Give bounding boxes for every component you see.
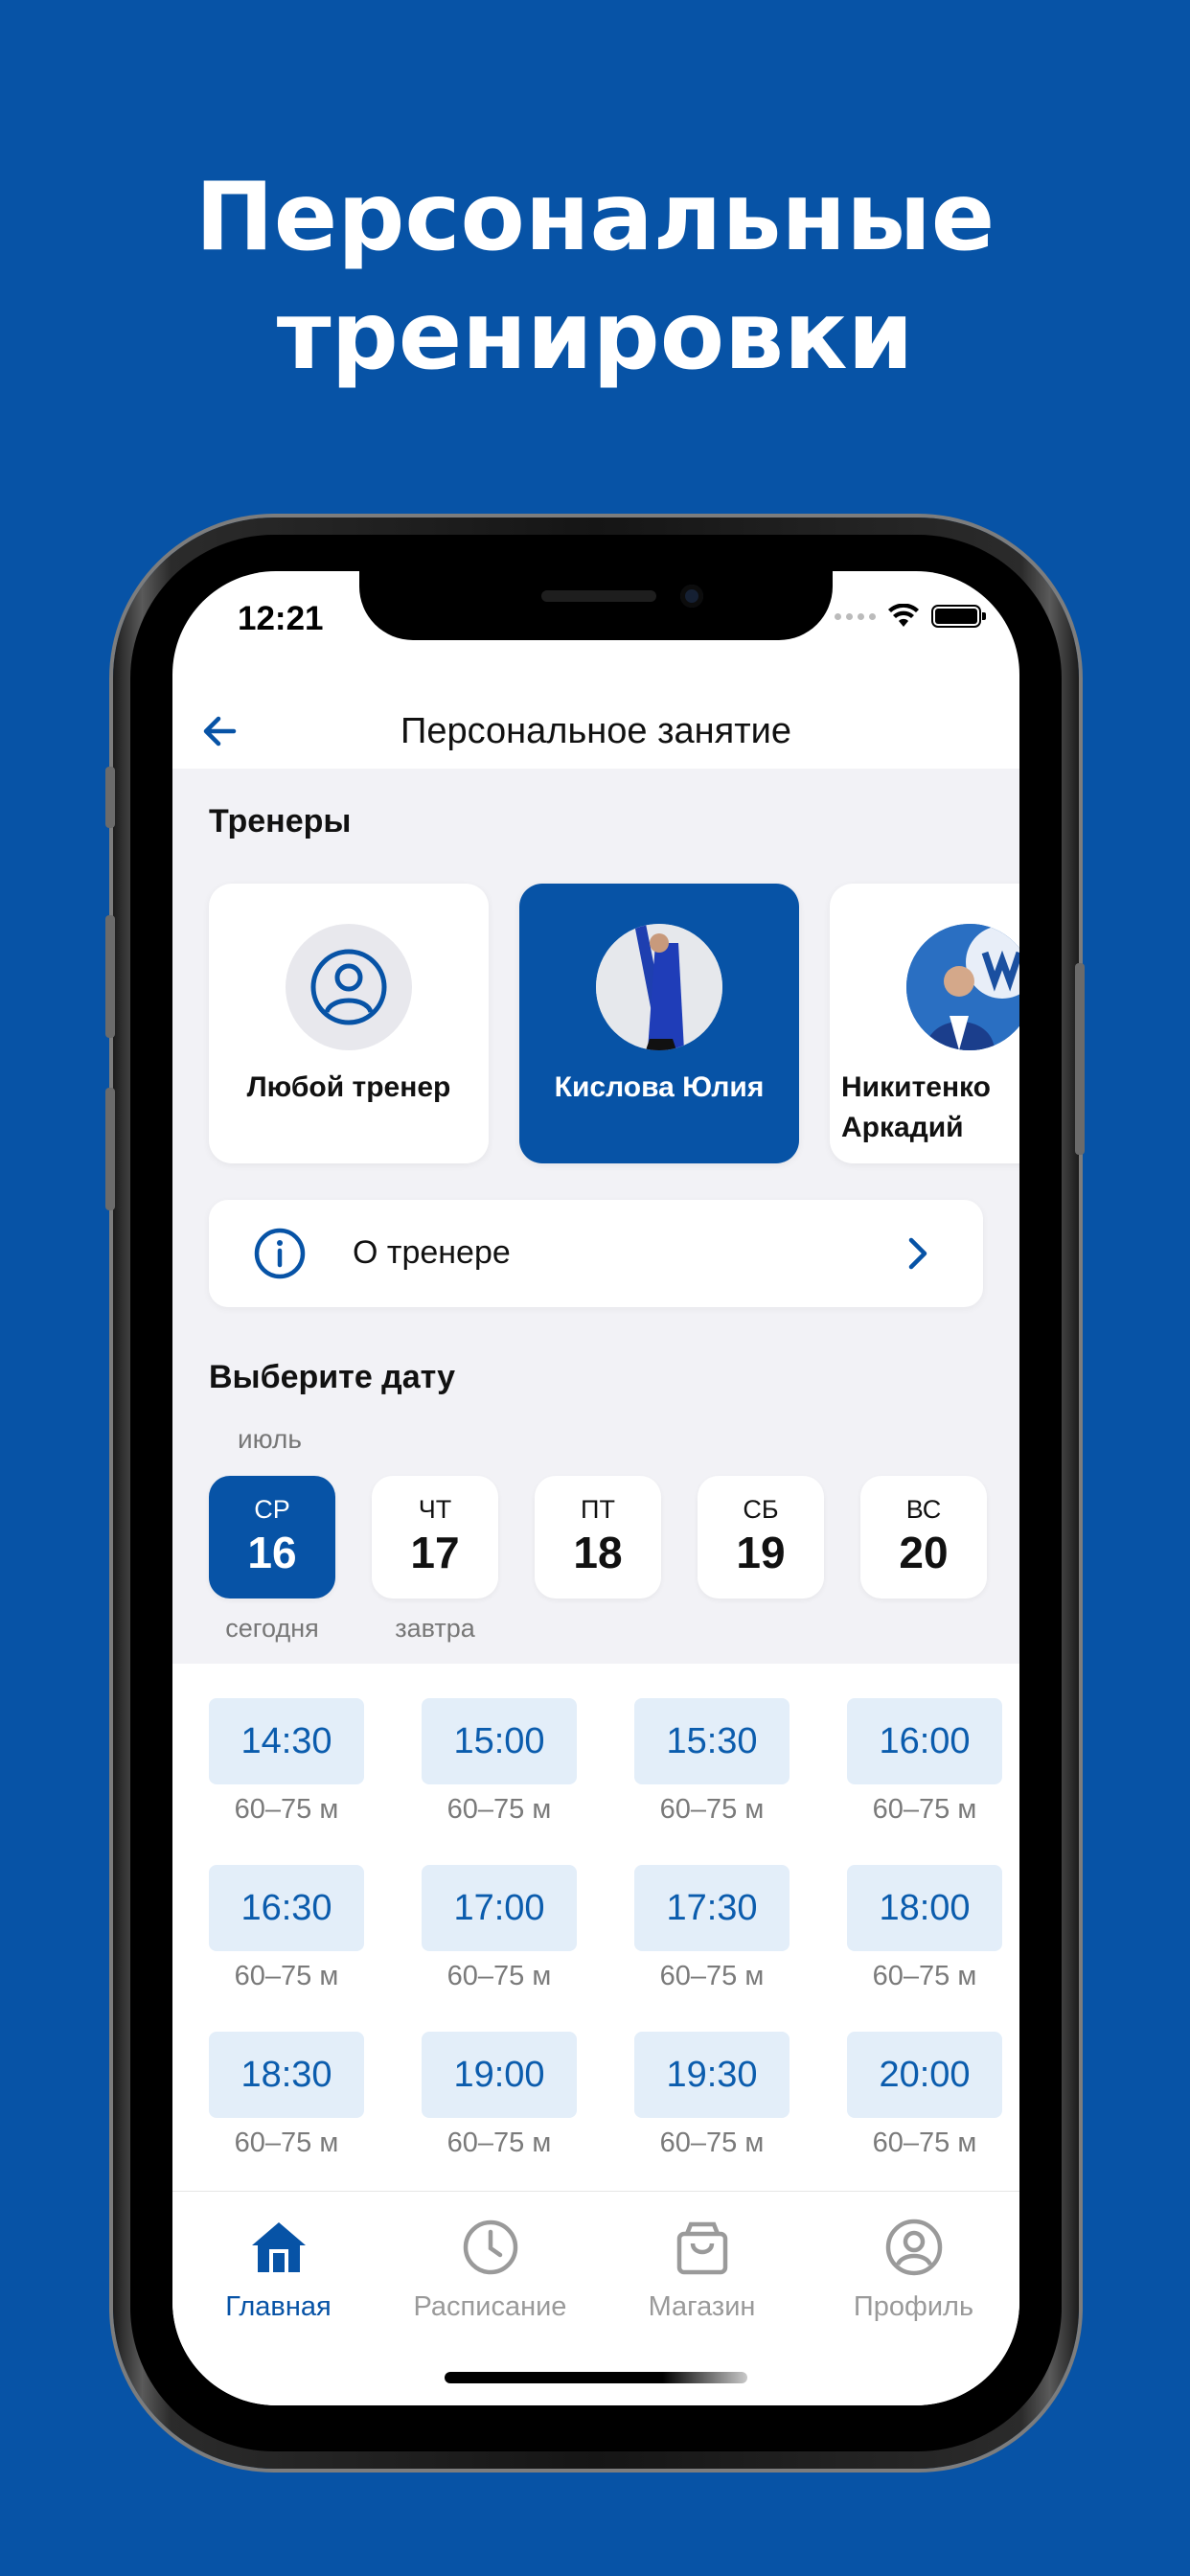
tab-label: Профиль — [853, 2291, 974, 2322]
date-item[interactable]: ЧТ 17 — [372, 1476, 498, 1598]
day-number: 17 — [410, 1528, 460, 1577]
speaker — [541, 590, 656, 602]
time-slot[interactable]: 17:00 — [422, 1865, 577, 1951]
slot-duration: 60–75 м — [659, 1794, 765, 1825]
tab-label: Главная — [225, 2291, 332, 2322]
time-slot[interactable]: 14:30 — [209, 1698, 364, 1784]
time-slot[interactable]: 16:00 — [847, 1698, 1002, 1784]
signal-icon — [835, 612, 876, 620]
time-slot[interactable]: 19:00 — [422, 2032, 577, 2118]
tab-home[interactable]: Главная — [172, 2217, 384, 2323]
home-indicator[interactable] — [445, 2372, 747, 2383]
slot-duration: 60–75 м — [446, 2128, 552, 2158]
time-slot[interactable]: 15:00 — [422, 1698, 577, 1784]
notch — [359, 571, 833, 640]
time-slot[interactable]: 18:00 — [847, 1865, 1002, 1951]
avatar — [596, 924, 722, 1050]
trainer-card-nikitenko[interactable]: Никитенко Аркадий — [830, 884, 1019, 1163]
slot-duration: 60–75 м — [659, 1961, 765, 1991]
trainers-title: Тренеры — [209, 803, 352, 840]
month-label: июль — [238, 1424, 302, 1454]
trainer-card-any[interactable]: Любой тренер — [209, 884, 489, 1163]
headline-line-1: Персональные — [195, 163, 995, 272]
time-slots-panel: 14:30 60–75 м 15:00 60–75 м 15:30 60–75 … — [172, 1664, 1019, 2191]
weekday: ВС — [905, 1495, 942, 1524]
time-slot[interactable]: 18:30 — [209, 2032, 364, 2118]
home-icon — [251, 2222, 306, 2272]
headline: Персональные тренировки — [0, 158, 1190, 396]
weekday: ПТ — [581, 1495, 615, 1524]
time-slot[interactable]: 16:30 — [209, 1865, 364, 1951]
date-item[interactable]: ПТ 18 — [535, 1476, 661, 1598]
page-title: Персональное занятие — [400, 711, 791, 751]
day-number: 16 — [247, 1528, 297, 1577]
trainer-photo — [596, 924, 722, 1050]
tab-label: Магазин — [648, 2291, 756, 2322]
time-slot[interactable]: 19:30 — [634, 2032, 790, 2118]
date-item[interactable]: СР 16 — [209, 1476, 335, 1598]
time-slot[interactable]: 17:30 — [634, 1865, 790, 1951]
side-button-power — [1075, 963, 1085, 1155]
choose-date-title: Выберите дату — [209, 1359, 456, 1395]
date-caption: сегодня — [225, 1614, 319, 1643]
trainer-photo — [906, 924, 1019, 1050]
wifi-icon — [888, 604, 919, 627]
time-slot[interactable]: 20:00 — [847, 2032, 1002, 2118]
chevron-right-icon — [908, 1237, 927, 1270]
slot-duration: 60–75 м — [234, 2128, 339, 2158]
trainer-card-kislova[interactable]: Кислова Юлия — [519, 884, 799, 1163]
status-time: 12:21 — [238, 600, 324, 637]
phone-screen: 12:21 Персональное занятие Тренеры Любой… — [172, 571, 1019, 2405]
about-trainer-row[interactable]: О тренере — [209, 1200, 983, 1307]
tab-bar: Главная Расписание Магазин Профиль — [172, 2191, 1019, 2405]
date-item[interactable]: СБ 19 — [698, 1476, 824, 1598]
day-number: 19 — [736, 1528, 786, 1577]
clock-icon — [463, 2220, 517, 2275]
side-button-volume-up — [105, 915, 115, 1038]
avatar — [906, 924, 1019, 1050]
nav-bar: Персональное занятие — [172, 696, 1019, 765]
slot-duration: 60–75 м — [872, 2128, 977, 2158]
avatar — [286, 924, 412, 1050]
side-button-mute — [105, 767, 115, 828]
about-trainer-label: О тренере — [353, 1234, 511, 1271]
day-number: 20 — [899, 1528, 949, 1577]
headline-line-2: тренировки — [276, 282, 914, 391]
weekday: СР — [254, 1495, 290, 1524]
slot-duration: 60–75 м — [872, 1961, 977, 1991]
profile-icon — [885, 2219, 942, 2276]
trainer-name: Никитенко Аркадий — [841, 1071, 992, 1143]
slot-duration: 60–75 м — [659, 2128, 765, 2158]
slot-duration: 60–75 м — [446, 1794, 552, 1825]
slot-duration: 60–75 м — [446, 1961, 552, 1991]
weekday: СБ — [743, 1495, 779, 1524]
tab-shop[interactable]: Магазин — [596, 2217, 808, 2323]
side-button-volume-down — [105, 1088, 115, 1210]
front-camera — [680, 585, 703, 608]
status-icons — [835, 604, 986, 629]
battery-icon — [931, 605, 986, 628]
person-icon — [310, 949, 387, 1025]
info-icon — [254, 1228, 306, 1279]
tab-profile[interactable]: Профиль — [808, 2217, 1019, 2323]
trainer-name: Любой тренер — [246, 1071, 451, 1103]
tab-label: Расписание — [413, 2291, 567, 2322]
shopping-bag-icon — [676, 2221, 727, 2275]
trainer-name: Кислова Юлия — [554, 1071, 765, 1103]
day-number: 18 — [573, 1528, 623, 1577]
date-item[interactable]: ВС 20 — [860, 1476, 987, 1598]
time-slot[interactable]: 15:30 — [634, 1698, 790, 1784]
slot-duration: 60–75 м — [872, 1794, 977, 1825]
tab-schedule[interactable]: Расписание — [384, 2217, 596, 2323]
slot-duration: 60–75 м — [234, 1961, 339, 1991]
weekday: ЧТ — [418, 1495, 452, 1524]
slot-duration: 60–75 м — [234, 1794, 339, 1825]
date-caption: завтра — [395, 1614, 475, 1643]
